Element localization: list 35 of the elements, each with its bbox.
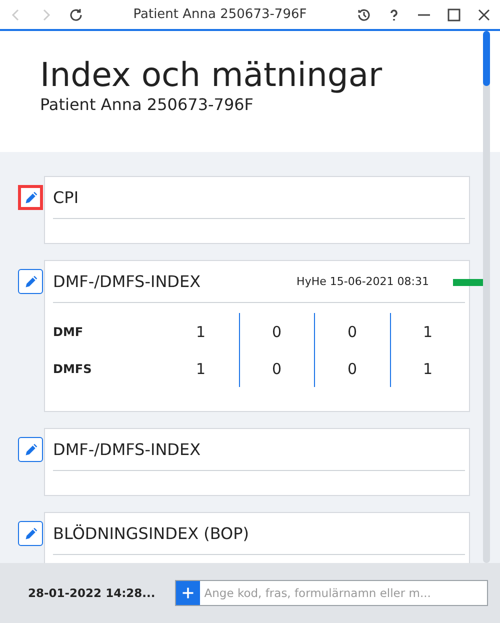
page-title: Index och mätningar xyxy=(40,55,384,95)
card-title: DMF-/DMFS-INDEX xyxy=(53,272,202,291)
pencil-icon xyxy=(24,190,38,204)
page-subtitle: Patient Anna 250673-796F xyxy=(40,95,255,114)
edit-button[interactable] xyxy=(18,437,43,462)
history-icon[interactable] xyxy=(356,6,372,22)
plus-icon xyxy=(181,586,196,600)
edit-button[interactable] xyxy=(18,185,43,210)
table-cell: 1 xyxy=(390,350,465,387)
table-cell: 0 xyxy=(238,313,314,350)
card-title: BLÖDNINGSINDEX (BOP) xyxy=(53,524,250,543)
card-title: DMF-/DMFS-INDEX xyxy=(53,440,202,459)
table-cell-text: 1 xyxy=(194,322,207,342)
window-title: Patient Anna 250673-796F xyxy=(132,7,308,22)
pencil-icon xyxy=(24,442,38,456)
command-field[interactable]: Ange kod, fras, formulärnamn eller m... xyxy=(175,580,488,606)
scrollbar[interactable] xyxy=(483,31,490,563)
row-label: DMF xyxy=(53,324,84,340)
close-icon[interactable] xyxy=(476,6,492,22)
edit-button[interactable] xyxy=(18,269,43,294)
table-cell: 0 xyxy=(314,350,390,387)
table-cell: 0 xyxy=(314,313,390,350)
pencil-icon xyxy=(24,526,38,540)
refresh-icon[interactable] xyxy=(68,6,84,22)
add-button[interactable] xyxy=(176,581,200,605)
entry-meta: HyHe 15-06-2021 08:31 xyxy=(296,275,429,288)
row-label: DMFS xyxy=(53,360,93,378)
pencil-icon xyxy=(24,274,38,288)
timestamp: 28-01-2022 14:28... xyxy=(28,586,156,600)
card-title: CPI xyxy=(53,188,80,207)
table-cell: 1 xyxy=(390,313,465,350)
table-cell-text: 1 xyxy=(194,358,207,380)
maximize-icon[interactable] xyxy=(446,6,462,22)
edit-button[interactable] xyxy=(18,521,43,546)
table-cell: 0 xyxy=(238,350,314,387)
